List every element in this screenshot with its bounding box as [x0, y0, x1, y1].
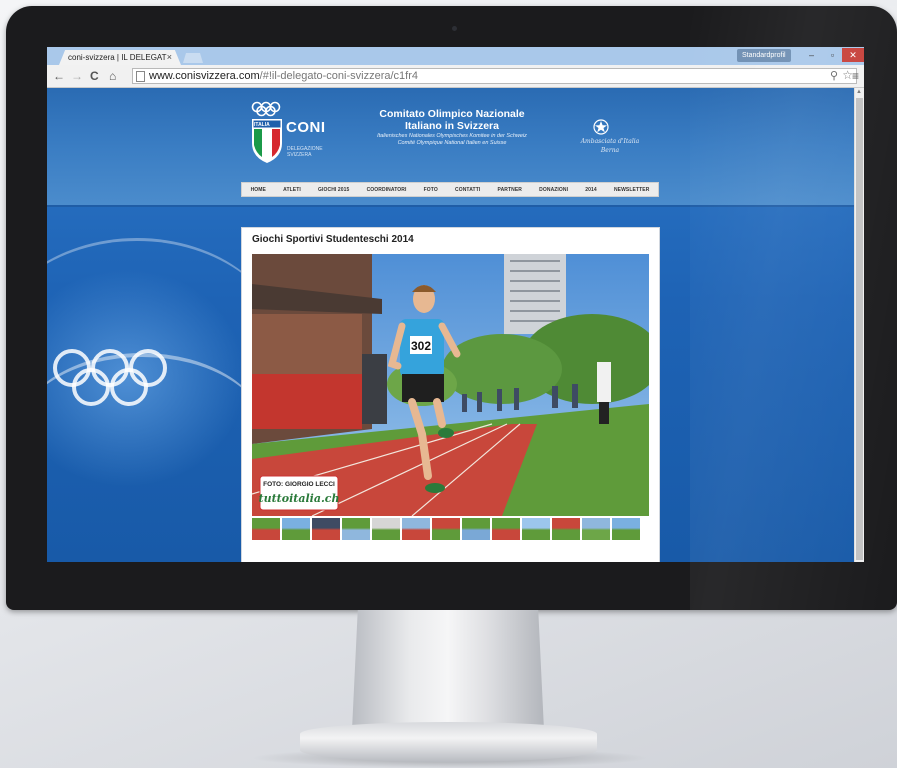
reload-icon[interactable]: C: [90, 68, 99, 84]
close-window-button[interactable]: ✕: [842, 48, 864, 62]
minimize-button[interactable]: –: [801, 48, 822, 62]
gallery-photo[interactable]: 302 FOTO: GIORGIO LECCI tuttoitalia.ch: [252, 254, 649, 516]
gallery-thumbnail[interactable]: [522, 518, 550, 540]
logo-flag-label: ITALIA: [254, 122, 270, 128]
gallery-thumbnail[interactable]: [402, 518, 430, 540]
menu-item-partner[interactable]: PARTNER: [498, 187, 523, 193]
thumbnail-strip: [252, 518, 649, 540]
content-panel: Giochi Sportivi Studenteschi 2014 302 FO…: [242, 228, 659, 562]
bib-number: 302: [411, 339, 431, 353]
gallery-thumbnail[interactable]: [282, 518, 310, 540]
menu-item-contatti[interactable]: CONTATTI: [455, 187, 480, 193]
menu-item-home[interactable]: HOME: [251, 187, 266, 193]
browser-tab[interactable]: coni-svizzera | IL DELEGAT ×: [59, 50, 181, 65]
gallery-thumbnail[interactable]: [312, 518, 340, 540]
back-arrow-icon[interactable]: ←: [53, 68, 65, 84]
site-header: ITALIA CONI DELEGAZIONE SVIZZERA Comitato…: [47, 88, 854, 205]
menu-item-giochi-2015[interactable]: GIOCHI 2015: [318, 187, 349, 193]
site-title: Comitato Olimpico Nazionale Italiano in …: [357, 108, 547, 147]
logo-text: CONI: [286, 119, 326, 136]
menu-item-coordinatori[interactable]: COORDINATORI: [367, 187, 407, 193]
browser-menu-icon[interactable]: ≡: [852, 69, 859, 83]
new-tab-button[interactable]: [183, 53, 203, 63]
scrollbar-thumb[interactable]: [856, 98, 863, 560]
page-scrollbar[interactable]: ▲: [854, 88, 864, 562]
gallery-thumbnail[interactable]: [372, 518, 400, 540]
header-divider: [47, 205, 854, 207]
menu-item-foto[interactable]: FOTO: [424, 187, 438, 193]
gallery-thumbnail[interactable]: [252, 518, 280, 540]
olympic-rings-icon: [53, 349, 167, 406]
menu-item-atleti[interactable]: ATLETI: [283, 187, 301, 193]
monitor-stand: [352, 610, 544, 730]
zoom-icon[interactable]: ⚲: [830, 69, 838, 82]
browser-toolbar: ← → C ⌂ www.conisvizzera.com/#!il-delega…: [47, 65, 864, 88]
gallery-thumbnail[interactable]: [552, 518, 580, 540]
webcam-dot: [452, 26, 457, 31]
photo-watermark: tuttoitalia.ch: [259, 492, 340, 505]
gallery-thumbnail[interactable]: [432, 518, 460, 540]
page-viewport: ITALIA CONI DELEGAZIONE SVIZZERA Comitato…: [47, 88, 854, 562]
scroll-up-arrow-icon[interactable]: ▲: [856, 89, 862, 95]
tab-title: coni-svizzera | IL DELEGAT: [68, 53, 167, 62]
menu-item-donazioni[interactable]: DONAZIONI: [539, 187, 568, 193]
monitor-stand-base: [300, 722, 597, 762]
browser-tab-bar: coni-svizzera | IL DELEGAT × Standardpro…: [47, 47, 864, 65]
page-icon: [136, 71, 145, 82]
photo-credit: FOTO: GIORGIO LECCI: [263, 481, 335, 488]
main-menu: HOME ATLETI GIOCHI 2015 COORDINATORI FOT…: [241, 182, 659, 197]
title-line-2: Italiano in Svizzera: [405, 120, 499, 132]
address-bar[interactable]: www.conisvizzera.com/#!il-delegato-coni-…: [132, 68, 857, 84]
embassy-text: Ambasciata d'Italia Berna: [580, 138, 640, 154]
gallery-thumbnail[interactable]: [612, 518, 640, 540]
menu-item-2014[interactable]: 2014: [585, 187, 597, 193]
title-line-fr: Comité Olympique National Italien en Sui…: [397, 140, 507, 146]
page-heading: Giochi Sportivi Studenteschi 2014: [252, 234, 414, 245]
gallery-thumbnail[interactable]: [582, 518, 610, 540]
profile-badge[interactable]: Standardprofil: [737, 49, 791, 62]
url-text: www.conisvizzera.com/#!il-delegato-coni-…: [149, 70, 418, 82]
gallery-thumbnail[interactable]: [492, 518, 520, 540]
gallery-thumbnail[interactable]: [462, 518, 490, 540]
tab-close-icon[interactable]: ×: [167, 52, 172, 62]
forward-arrow-icon[interactable]: →: [71, 68, 83, 84]
menu-item-newsletter[interactable]: NEWSLETTER: [614, 187, 649, 193]
screen: coni-svizzera | IL DELEGAT × Standardpro…: [47, 47, 864, 562]
logo-subtitle: DELEGAZIONE SVIZZERA: [287, 146, 323, 158]
italian-emblem-icon: [593, 119, 609, 135]
home-icon[interactable]: ⌂: [109, 68, 116, 84]
coni-logo-icon[interactable]: [250, 101, 284, 165]
title-line-1: Comitato Olimpico Nazionale: [379, 108, 525, 120]
title-line-de: Italienisches Nationales Olympisches Kom…: [377, 133, 527, 139]
maximize-button[interactable]: ▫: [822, 48, 843, 62]
gallery-thumbnail[interactable]: [342, 518, 370, 540]
